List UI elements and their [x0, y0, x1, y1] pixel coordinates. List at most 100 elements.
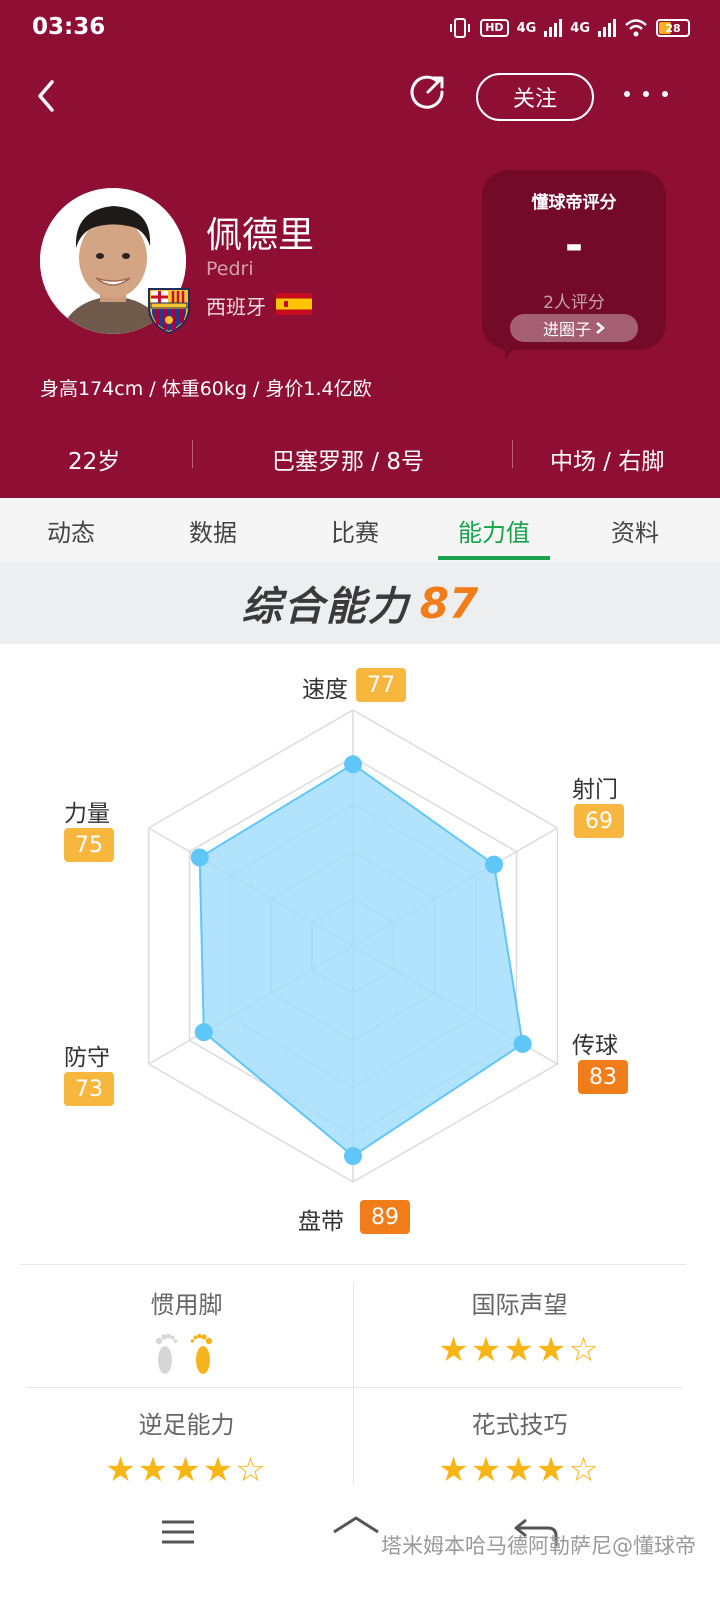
chevron-right-icon — [596, 322, 605, 334]
vibrate-icon — [450, 18, 471, 38]
radar-axis-label-strength: 力量 — [64, 801, 110, 827]
signal-icon — [544, 19, 563, 37]
star-empty-icon: ☆ — [235, 1450, 268, 1490]
star-filled-icon: ★ — [470, 1330, 504, 1370]
player-latin-name: Pedri — [206, 258, 254, 280]
radar-point — [194, 1023, 213, 1042]
radar-axis-label-shooting: 射门 — [572, 777, 618, 803]
star-filled-icon: ★ — [137, 1450, 171, 1490]
overall-ability-banner: 综合能力 87 — [0, 562, 720, 644]
star-empty-icon: ☆ — [568, 1330, 601, 1370]
status-icons: HD 4G 4G 28 — [448, 14, 690, 42]
divider — [26, 1387, 682, 1388]
star-filled-icon: ★ — [202, 1450, 236, 1490]
radar-value-area — [198, 763, 524, 1158]
star-filled-icon: ★ — [105, 1450, 138, 1490]
more-icon[interactable] — [624, 82, 668, 106]
radar-value-speed: 77 — [356, 668, 406, 702]
feet-icon — [155, 1333, 212, 1374]
star-rating: ★★★★☆ — [353, 1332, 686, 1368]
player-bio: 身高174cm / 体重60kg / 身价1.4亿欧 — [40, 378, 372, 400]
chevron-left-icon[interactable] — [28, 72, 68, 120]
network-label-1: 4G — [516, 20, 537, 36]
trait-intl-reputation: 国际声望 ★★★★☆ — [353, 1285, 686, 1368]
share-icon[interactable] — [408, 72, 448, 112]
system-nav-bar: 塔米姆本哈马德阿勒萨尼@懂球帝 — [0, 1490, 720, 1600]
star-empty-icon: ☆ — [568, 1450, 601, 1490]
radar-axis-label-defending: 防守 — [64, 1045, 110, 1071]
radar-axis-label-speed: 速度 — [302, 677, 348, 703]
star-filled-icon: ★ — [535, 1330, 569, 1370]
star-filled-icon: ★ — [438, 1450, 471, 1490]
player-name: 佩德里 — [206, 215, 315, 256]
star-filled-icon: ★ — [503, 1330, 536, 1370]
hd-icon: HD — [480, 19, 509, 37]
star-filled-icon: ★ — [470, 1450, 504, 1490]
radar-point — [190, 848, 209, 867]
trait-title: 惯用脚 — [150, 1291, 223, 1319]
status-bar: 03:36 HD 4G 4G 28 — [0, 0, 720, 56]
radar-axis-label-passing: 传球 — [572, 1033, 618, 1059]
trait-title: 国际声望 — [471, 1291, 568, 1319]
trait-preferred-foot: 惯用脚 — [20, 1285, 353, 1384]
radar-point — [513, 1034, 532, 1053]
rating-count: 2人评分 — [543, 293, 605, 313]
radar-value-dribbling: 89 — [360, 1200, 410, 1234]
rating-title: 懂球帝评分 — [531, 193, 617, 213]
menu-icon[interactable] — [150, 1512, 206, 1552]
star-filled-icon: ★ — [438, 1330, 471, 1370]
enter-circle-label: 进圈子 — [542, 320, 591, 339]
info-strip: 22岁 巴塞罗那 / 8号 中场 / 右脚 — [0, 432, 720, 484]
home-icon[interactable] — [328, 1512, 384, 1552]
trait-weak-foot: 逆足能力 ★★★★☆ — [20, 1405, 353, 1488]
radar-point — [485, 855, 504, 874]
star-filled-icon: ★ — [170, 1450, 203, 1490]
spain-flag-icon — [276, 293, 312, 315]
trait-title: 花式技巧 — [471, 1411, 568, 1439]
signal-icon — [598, 19, 616, 37]
star-filled-icon: ★ — [503, 1450, 536, 1490]
trait-skill-moves: 花式技巧 ★★★★☆ — [353, 1405, 686, 1488]
tab-abilities[interactable]: 能力值 — [426, 498, 562, 562]
radar-point — [344, 1147, 362, 1166]
network-label-2: 4G — [570, 20, 590, 36]
star-filled-icon: ★ — [535, 1450, 569, 1490]
player-country: 西班牙 — [206, 295, 266, 319]
player-club-number[interactable]: 巴塞罗那 / 8号 — [272, 442, 424, 476]
star-rating: ★★★★☆ — [353, 1452, 686, 1488]
traits-grid: 惯用脚 国际声望 ★★★★☆ 逆足能力 ★★★★☆ 花式技巧 ★★★★☆ — [20, 1264, 686, 1488]
tab-matches[interactable]: 比赛 — [284, 498, 426, 562]
radar-value-strength: 75 — [64, 828, 114, 862]
rating-card: 懂球帝评分 - 2人评分 进圈子 — [482, 170, 666, 350]
radar-point — [344, 755, 362, 774]
tab-bar: 动态 数据 比赛 能力值 资料 — [0, 498, 720, 562]
ability-radar-chart: 速度 77 射门 69 传球 83 盘带 89 防守 73 力量 75 — [0, 644, 720, 1260]
overall-ability-label: 综合能力 — [241, 584, 410, 630]
rating-value: - — [564, 220, 584, 271]
star-rating: ★★★★☆ — [20, 1452, 353, 1488]
overall-ability-value: 87 — [419, 578, 479, 628]
status-time: 03:36 — [32, 14, 106, 40]
player-age: 22岁 — [68, 449, 121, 475]
tab-profile[interactable]: 资料 — [562, 498, 708, 562]
radar-value-passing: 83 — [578, 1060, 628, 1094]
radar-value-defending: 73 — [64, 1072, 114, 1106]
player-header: 03:36 HD 4G 4G 28 关注 佩德里 Pedri 西班牙 懂球帝评分… — [0, 0, 720, 508]
active-tab-indicator — [438, 556, 550, 560]
radar-axis-label-dribbling: 盘带 — [298, 1209, 344, 1235]
wifi-icon — [625, 19, 647, 37]
enter-circle-button[interactable]: 进圈子 — [510, 314, 638, 342]
watermark: 塔米姆本哈马德阿勒萨尼@懂球帝 — [381, 1534, 696, 1558]
tab-stats[interactable]: 数据 — [142, 498, 284, 562]
tab-news[interactable]: 动态 — [0, 498, 142, 562]
divider — [192, 440, 193, 468]
rating-card-tail — [505, 344, 523, 360]
club-badge-icon — [148, 288, 190, 335]
player-position-foot: 中场 / 右脚 — [550, 449, 665, 475]
follow-button[interactable]: 关注 — [476, 73, 594, 121]
radar-svg — [147, 709, 559, 1183]
radar-value-shooting: 69 — [574, 804, 624, 838]
battery-icon: 28 — [656, 19, 690, 37]
trait-title: 逆足能力 — [138, 1411, 235, 1439]
divider — [512, 440, 513, 468]
